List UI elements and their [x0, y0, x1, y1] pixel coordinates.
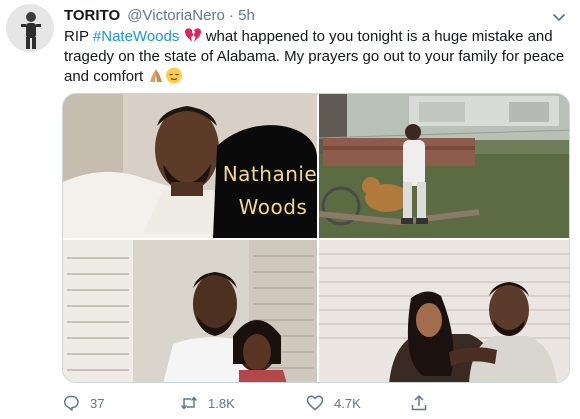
retweet-icon — [180, 396, 198, 410]
tweet[interactable]: TORITO @VictoriaNero · 5h RIP #NateWoods… — [0, 0, 580, 419]
retweet-count: 1.8K — [208, 395, 235, 411]
timestamp[interactable]: 5h — [238, 7, 255, 24]
share-icon — [411, 395, 427, 411]
caption-first-name: Nathaniel — [222, 162, 317, 186]
reply-button[interactable]: 37 — [62, 392, 104, 414]
photo-4[interactable] — [319, 240, 569, 382]
reply-icon — [63, 395, 79, 411]
photo-name-caption: Nathaniel Woods — [213, 158, 317, 224]
like-icon — [306, 395, 324, 411]
relieved-face-icon — [166, 67, 183, 84]
like-count: 4.7K — [334, 395, 361, 411]
user-handle[interactable]: @VictoriaNero — [127, 7, 225, 24]
retweet-button[interactable]: 1.8K — [180, 392, 235, 414]
caption-last-name: Woods — [238, 195, 308, 219]
reply-count: 37 — [90, 395, 105, 411]
photo-1[interactable]: Nathaniel Woods — [63, 94, 317, 238]
chevron-down-icon[interactable] — [550, 8, 568, 26]
photo-2[interactable] — [319, 94, 569, 238]
display-name[interactable]: TORITO — [64, 7, 120, 24]
avatar-figure — [21, 12, 41, 49]
photo-3[interactable] — [63, 240, 317, 382]
separator: · — [228, 7, 234, 24]
avatar[interactable] — [6, 4, 54, 52]
broken-heart-icon — [184, 28, 201, 42]
tweet-text: RIP #NateWoods what happened to you toni… — [64, 27, 570, 87]
hashtag-link[interactable]: #NateWoods — [93, 28, 179, 45]
tweet-text-prefix: RIP — [64, 28, 93, 45]
tweet-actions: 37 1.8K 4.7K — [62, 392, 562, 414]
share-button[interactable] — [410, 392, 438, 414]
folded-hands-icon — [150, 69, 163, 82]
like-button[interactable]: 4.7K — [306, 392, 361, 414]
media-grid: Nathaniel Woods — [62, 93, 570, 383]
tweet-header: TORITO @VictoriaNero · 5h — [64, 6, 255, 26]
